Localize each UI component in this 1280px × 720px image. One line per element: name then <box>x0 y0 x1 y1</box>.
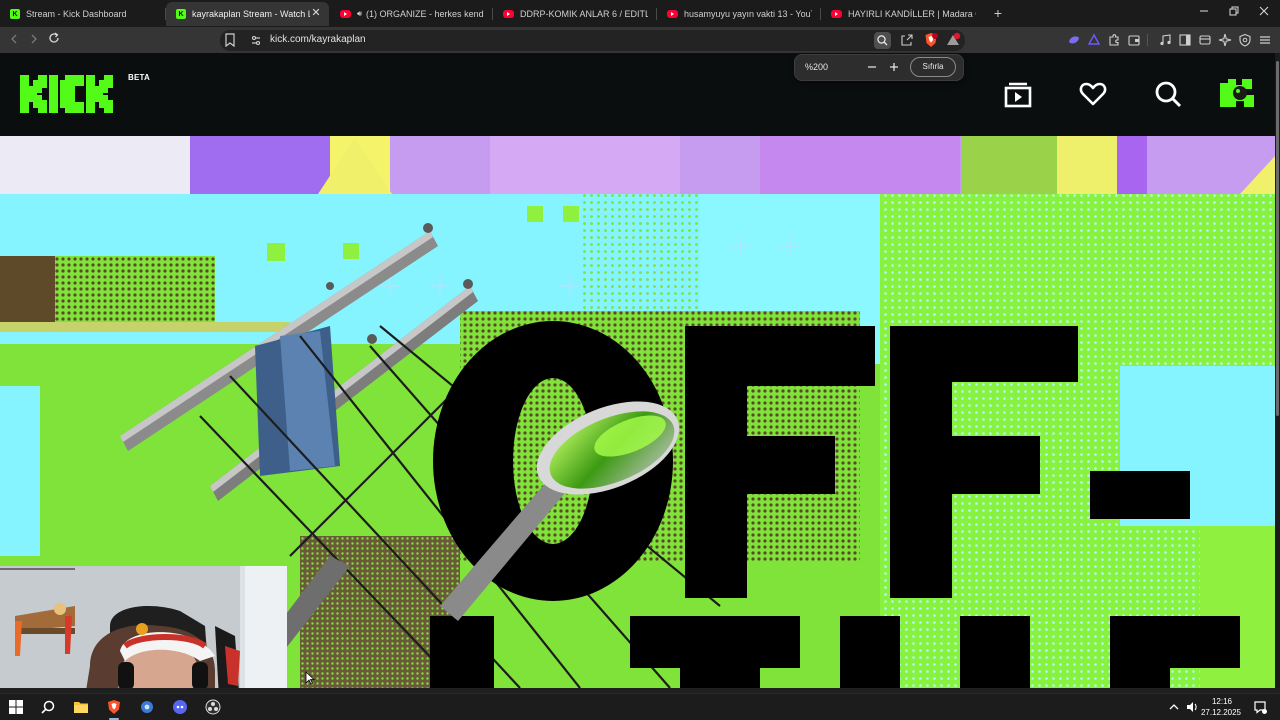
minimize-button[interactable] <box>1194 4 1214 22</box>
tab-title: HAYIRLI KANDİLLER | Madara Olduk <box>848 9 976 19</box>
shield-vpn-icon[interactable] <box>1238 33 1252 47</box>
zoom-in-button[interactable] <box>885 58 903 76</box>
notification-icon[interactable] <box>1253 700 1267 714</box>
obs-studio-icon[interactable] <box>205 699 221 715</box>
vpn-icon[interactable] <box>1087 33 1101 47</box>
plus-icon <box>890 63 898 71</box>
tab-husamyuyu[interactable]: husamyuyu yayın vakti 13 - YouTube <box>657 3 820 25</box>
kick-icon: K <box>176 9 186 19</box>
scrollbar-thumb[interactable] <box>1276 61 1279 416</box>
zoom-out-button[interactable] <box>863 58 881 76</box>
zoom-indicator-button[interactable] <box>874 32 891 49</box>
brave-shields-icon[interactable] <box>924 32 938 48</box>
share-icon[interactable] <box>900 33 914 47</box>
crypto-wallet-icon[interactable] <box>1198 33 1212 47</box>
reload-icon <box>49 32 59 43</box>
media-music-icon[interactable] <box>1158 33 1172 47</box>
youtube-icon <box>340 10 351 18</box>
bookmark-icon[interactable] <box>224 33 236 47</box>
url-text: kick.com/kayrakaplan <box>270 34 366 45</box>
minus-icon <box>868 66 876 68</box>
settings-gear-icon[interactable] <box>139 699 155 715</box>
forward-button[interactable] <box>25 31 43 49</box>
following-channels-icon[interactable] <box>1003 79 1033 109</box>
zoom-level: %200 <box>805 62 829 72</box>
screen: K Stream - Kick Dashboard K kayrakaplan … <box>0 0 1280 720</box>
tab-title: Stream - Kick Dashboard <box>26 9 127 19</box>
tab-title: (1) ORGANIZE - herkes kendine y <box>366 9 484 19</box>
minimize-icon <box>1200 10 1208 12</box>
address-bar[interactable]: kick.com/kayrakaplan <box>220 30 965 51</box>
zoom-reset-button[interactable]: Sıfırla <box>910 57 956 77</box>
restore-button[interactable] <box>1224 4 1244 22</box>
windows-start-icon[interactable] <box>8 699 24 715</box>
youtube-icon <box>667 10 678 18</box>
tab-title: kayrakaplan Stream - Watch Live <box>192 9 310 19</box>
close-window-button[interactable] <box>1254 4 1274 22</box>
tab-hayirli-kandiller[interactable]: HAYIRLI KANDİLLER | Madara Olduk <box>821 3 984 25</box>
speaker-icon[interactable]: 🔊︎ <box>357 9 362 19</box>
heart-icon[interactable] <box>1078 79 1108 109</box>
clock-date[interactable]: 27.12.2025 <box>1186 708 1241 717</box>
kick-header: BETA <box>0 53 1275 136</box>
tab-organize[interactable]: 🔊︎ (1) ORGANIZE - herkes kendine y <box>330 3 492 25</box>
new-tab-button[interactable]: + <box>990 5 1006 21</box>
tab-ddrp-komik-anlar[interactable]: DDRP-KOMIK ANLAR 6 / EDITLI - Yo <box>493 3 656 25</box>
discord-icon[interactable] <box>172 699 188 715</box>
close-icon <box>1259 6 1269 16</box>
restore-icon <box>1229 6 1239 16</box>
site-info-icon[interactable] <box>250 34 262 47</box>
clock-time[interactable]: 12:16 <box>1196 697 1232 706</box>
tab-kick-dashboard[interactable]: K Stream - Kick Dashboard <box>0 3 165 25</box>
close-tab-icon[interactable]: ✕ <box>309 6 323 20</box>
search-icon[interactable] <box>1153 79 1183 109</box>
avatar[interactable] <box>1218 75 1258 111</box>
wallet-icon[interactable] <box>1127 33 1141 47</box>
back-arrow-icon <box>11 34 17 44</box>
streamer-webcam-overlay <box>0 566 287 688</box>
kick-icon: K <box>10 9 20 19</box>
search-icon[interactable] <box>40 699 56 715</box>
tab-title: DDRP-KOMIK ANLAR 6 / EDITLI - Yo <box>520 9 648 19</box>
beta-badge: BETA <box>128 73 150 82</box>
youtube-icon <box>831 10 842 18</box>
page-scrollbar[interactable] <box>1275 53 1280 688</box>
extensions-puzzle-icon[interactable] <box>1107 33 1121 47</box>
windows-taskbar: 12:16 27.12.2025 <box>0 693 1280 720</box>
zoom-popover: %200 Sıfırla <box>794 54 964 81</box>
leo-ai-icon[interactable] <box>1067 33 1081 47</box>
webcam-image <box>0 566 287 688</box>
kick-logo[interactable] <box>20 75 128 113</box>
chevron-up-icon[interactable] <box>1168 701 1180 713</box>
reload-button[interactable] <box>45 31 63 49</box>
brave-browser-icon[interactable] <box>106 699 122 715</box>
tab-kayrakaplan-stream[interactable]: K kayrakaplan Stream - Watch Live ✕ <box>166 2 329 26</box>
main-menu-icon[interactable] <box>1258 33 1272 47</box>
browser-tab-strip: K Stream - Kick Dashboard K kayrakaplan … <box>0 0 1280 27</box>
magnifier-icon <box>877 35 888 46</box>
leo-sparkle-icon[interactable] <box>1218 33 1232 47</box>
forward-arrow-icon <box>31 34 37 44</box>
youtube-icon <box>503 10 514 18</box>
mouse-cursor-icon <box>305 671 315 685</box>
offline-banner-image <box>0 136 1275 688</box>
brave-rewards-icon[interactable] <box>945 32 961 48</box>
browser-toolbar: kick.com/kayrakaplan <box>0 27 1280 53</box>
tab-title: husamyuyu yayın vakti 13 - YouTube <box>684 9 812 19</box>
sidebar-toggle-icon[interactable] <box>1178 33 1192 47</box>
file-explorer-icon[interactable] <box>73 699 89 715</box>
back-button[interactable] <box>5 31 23 49</box>
